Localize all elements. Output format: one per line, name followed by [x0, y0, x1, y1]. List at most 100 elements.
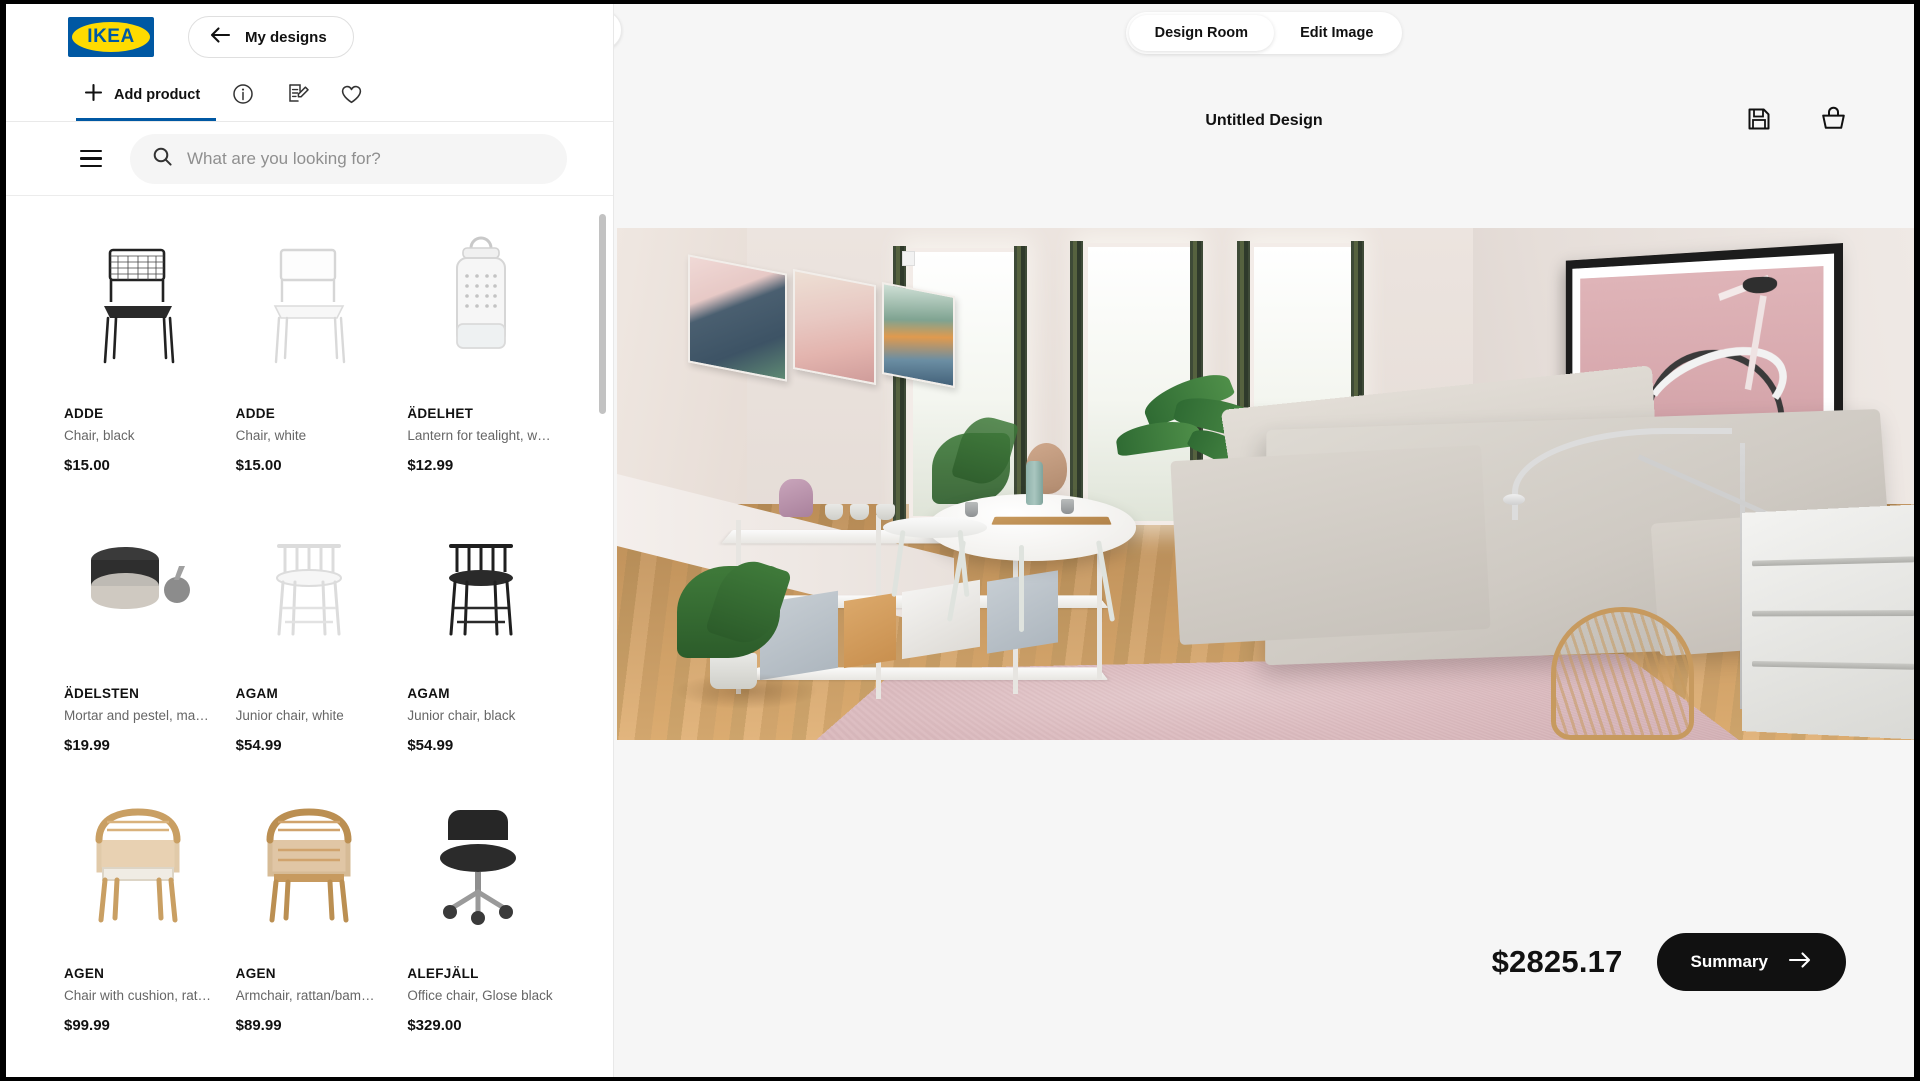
design-canvas-panel: Design Room Edit Image Untitled Design — [614, 4, 1914, 1077]
product-desc: Chair, black — [64, 428, 212, 443]
product-thumbnail — [236, 222, 384, 392]
wooden-tray — [991, 517, 1111, 525]
shopping-basket-button[interactable] — [1816, 104, 1850, 138]
product-desc: Chair, white — [236, 428, 384, 443]
product-desc: Lantern for tealight, w… — [407, 428, 555, 443]
window-edge-right — [1914, 0, 1920, 1081]
nesting-table-top — [883, 517, 987, 537]
ikea-logo[interactable]: IKEA — [68, 17, 154, 57]
product-thumbnail — [407, 222, 555, 392]
hamburger-icon[interactable] — [78, 144, 104, 173]
product-name: AGAM — [236, 686, 384, 701]
product-card[interactable]: ÄDELSTEN Mortar and pestel, ma… $19.99 — [52, 502, 224, 782]
window-edge-bottom — [0, 1077, 1920, 1081]
product-card[interactable]: AGEN Chair with cushion, rat… $99.99 — [52, 782, 224, 1062]
window-edge-top — [0, 0, 1920, 4]
tab-edit-image[interactable]: Edit Image — [1274, 15, 1399, 51]
product-desc: Chair with cushion, rat… — [64, 988, 212, 1003]
info-circle-icon — [232, 83, 254, 110]
arrow-left-icon — [209, 26, 231, 49]
wall-thermostat — [902, 251, 915, 266]
product-name: ADDE — [64, 406, 212, 421]
product-name: AGEN — [236, 966, 384, 981]
tab-design-room-label: Design Room — [1155, 25, 1248, 41]
product-card[interactable]: ALEFJÄLL Office chair, Glose black $329.… — [395, 782, 567, 1062]
grey-cup-2 — [1061, 499, 1074, 514]
mini-pot-2 — [850, 504, 868, 519]
arrow-right-icon — [1788, 951, 1812, 974]
product-price: $89.99 — [236, 1017, 384, 1034]
product-card[interactable]: ADDE Chair, white $15.00 — [224, 222, 396, 502]
wall-art-1 — [688, 254, 787, 381]
product-price: $19.99 — [64, 737, 212, 754]
wall-art-3 — [882, 282, 955, 388]
total-price: $2825.17 — [1492, 944, 1623, 980]
drawer-handle-3 — [1753, 662, 1914, 671]
tab-add-product[interactable]: Add product — [76, 71, 216, 121]
sidebar-scrollbar[interactable] — [599, 214, 606, 414]
rattan-basket — [1551, 607, 1694, 740]
product-card[interactable]: AGAM Junior chair, white $54.99 — [224, 502, 396, 782]
drawer-handle-2 — [1753, 610, 1914, 616]
product-price: $54.99 — [236, 737, 384, 754]
product-thumbnail — [64, 782, 212, 952]
wall-art-2 — [793, 269, 876, 385]
my-designs-button[interactable]: My designs — [188, 16, 354, 58]
tab-info[interactable] — [216, 71, 270, 121]
product-desc: Junior chair, black — [407, 708, 555, 723]
window-edge-left — [0, 0, 6, 1081]
product-thumbnail — [407, 782, 555, 952]
shopping-basket-icon — [1820, 106, 1847, 136]
tab-favorites[interactable] — [324, 71, 378, 121]
heart-icon — [340, 83, 363, 110]
purple-vase — [779, 479, 813, 517]
product-card[interactable]: AGEN Armchair, rattan/bam… $89.99 — [224, 782, 396, 1062]
product-name: ÄDELSTEN — [64, 686, 212, 701]
design-action-buttons — [1742, 104, 1850, 138]
product-desc: Mortar and pestel, ma… — [64, 708, 212, 723]
sofa-chaise — [1170, 445, 1490, 645]
search-input[interactable]: What are you looking for? — [130, 134, 567, 184]
product-card[interactable]: ADDE Chair, black $15.00 — [52, 222, 224, 502]
product-price: $15.00 — [236, 457, 384, 474]
drawer-unit — [1743, 504, 1914, 740]
shelf-box-orange — [844, 593, 896, 668]
product-name: ALEFJÄLL — [407, 966, 555, 981]
tab-edit-image-label: Edit Image — [1300, 25, 1373, 41]
my-designs-label: My designs — [245, 29, 327, 46]
product-sidebar: IKEA My designs Add product — [6, 4, 614, 1077]
product-price: $15.00 — [64, 457, 212, 474]
search-placeholder: What are you looking for? — [187, 149, 381, 169]
save-design-button[interactable] — [1742, 104, 1776, 138]
product-card[interactable]: AGAM Junior chair, black $54.99 — [395, 502, 567, 782]
room-render-image[interactable] — [617, 228, 1914, 740]
plus-icon — [84, 83, 103, 107]
product-card[interactable]: ÄDELHET Lantern for tealight, w… $12.99 — [395, 222, 567, 502]
product-list-scroll[interactable]: ADDE Chair, black $15.00 ADDE — [6, 196, 613, 1077]
tab-add-product-label: Add product — [114, 87, 200, 103]
product-name: AGAM — [407, 686, 555, 701]
product-grid: ADDE Chair, black $15.00 ADDE — [6, 222, 613, 1062]
tab-design-room[interactable]: Design Room — [1129, 15, 1274, 51]
product-price: $12.99 — [407, 457, 555, 474]
product-thumbnail — [236, 502, 384, 672]
product-thumbnail — [236, 782, 384, 952]
note-edit-icon — [286, 82, 309, 110]
product-price: $54.99 — [407, 737, 555, 754]
tab-notes[interactable] — [270, 71, 324, 121]
product-name: AGEN — [64, 966, 212, 981]
main-topbar: Design Room Edit Image — [614, 4, 1914, 62]
sidebar-header: IKEA My designs — [6, 4, 613, 70]
product-desc: Armchair, rattan/bam… — [236, 988, 384, 1003]
search-icon — [152, 146, 173, 172]
summary-button[interactable]: Summary — [1657, 933, 1846, 991]
product-desc: Office chair, Glose black — [407, 988, 555, 1003]
product-price: $99.99 — [64, 1017, 212, 1034]
room-3d-scene — [617, 228, 1914, 740]
summary-button-label: Summary — [1691, 952, 1768, 972]
product-thumbnail — [64, 502, 212, 672]
product-desc: Junior chair, white — [236, 708, 384, 723]
product-thumbnail — [407, 502, 555, 672]
curtain-center-a — [1070, 241, 1083, 538]
product-name: ÄDELHET — [407, 406, 555, 421]
